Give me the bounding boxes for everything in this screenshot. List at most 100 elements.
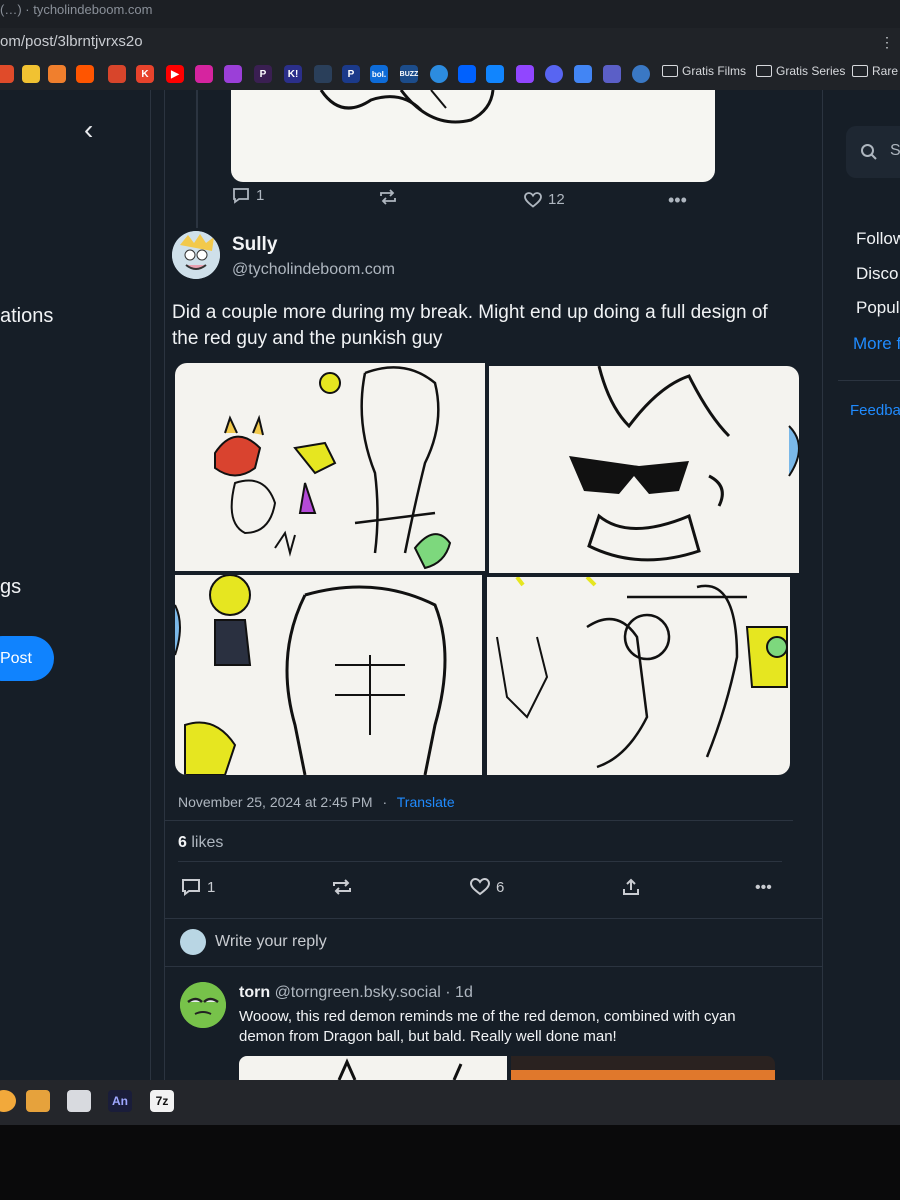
post-image-2[interactable] xyxy=(489,366,799,573)
avatar[interactable] xyxy=(172,231,220,279)
taskbar: An 7z xyxy=(0,1080,900,1125)
prev-repost-button[interactable] xyxy=(378,189,398,205)
feedback-link[interactable]: Feedba xyxy=(850,402,900,419)
bookmark-blue-circle-icon[interactable] xyxy=(430,65,448,83)
bookmark-tool-icon[interactable] xyxy=(108,65,126,83)
twitch-icon[interactable] xyxy=(516,65,534,83)
orange-strip xyxy=(511,1070,775,1080)
reply-author-name[interactable]: torn xyxy=(239,984,270,1001)
sketch-drawing xyxy=(319,90,495,124)
author-display-name[interactable]: Sully xyxy=(232,234,277,256)
taskbar-cube-icon[interactable] xyxy=(26,1090,50,1112)
post-meta: November 25, 2024 at 2:45 PM · Translate xyxy=(178,794,455,810)
likes-count: 6 xyxy=(178,834,187,851)
left-divider xyxy=(150,90,151,1080)
k!-icon[interactable]: K! xyxy=(284,65,302,83)
tab-title[interactable]: (…) · tycholindeboom.com xyxy=(0,2,152,17)
divider xyxy=(165,918,822,919)
divider xyxy=(165,966,822,967)
bookmark-folder-gratis-films[interactable]: Gratis Films xyxy=(662,64,746,78)
buzz-icon[interactable]: BUZZ xyxy=(400,65,418,83)
feed-following[interactable]: Follow xyxy=(856,229,900,249)
thread-divider xyxy=(164,90,165,1080)
feed-discover[interactable]: Disco xyxy=(856,264,899,284)
sketch-drawing xyxy=(337,1058,463,1080)
globe-icon[interactable] xyxy=(632,65,650,83)
search-placeholder: S xyxy=(890,142,900,159)
instagram-icon[interactable] xyxy=(195,65,213,83)
likes-summary[interactable]: 6 likes xyxy=(178,834,223,852)
reply-avatar[interactable] xyxy=(180,982,226,1028)
image-sketch-punk-guy xyxy=(569,366,799,562)
reply-button[interactable]: 1 xyxy=(181,878,215,896)
bookmark-red-icon[interactable] xyxy=(0,65,14,83)
reply-icon xyxy=(182,879,200,896)
nav-notifications[interactable]: ations xyxy=(0,305,53,328)
like-button[interactable]: 6 xyxy=(470,878,504,896)
folder-icon xyxy=(852,65,868,77)
reply-image-1[interactable] xyxy=(239,1056,507,1080)
soundcloud-icon[interactable] xyxy=(76,65,94,83)
post-button-label: Post xyxy=(0,649,32,667)
url-text[interactable]: om/post/3lbrntjvrxs2o xyxy=(0,33,143,50)
k-icon[interactable]: K xyxy=(136,65,154,83)
prev-reply-button[interactable]: 1 xyxy=(232,187,264,204)
prev-like-button[interactable]: 12 xyxy=(524,191,565,208)
back-icon[interactable]: ‹ xyxy=(84,114,93,146)
discord-icon[interactable] xyxy=(545,65,563,83)
steam-icon[interactable] xyxy=(314,65,332,83)
more-feeds-link[interactable]: More f xyxy=(853,334,900,354)
bookmark-orange-icon[interactable] xyxy=(48,65,66,83)
reply-composer[interactable]: Write your reply xyxy=(215,933,327,951)
feed-popular[interactable]: Popul xyxy=(856,298,899,318)
image-sketch-businessman xyxy=(496,577,788,769)
animate-icon[interactable]: An xyxy=(108,1090,132,1112)
bookmark-folder-gratis-series[interactable]: Gratis Series xyxy=(756,64,845,78)
bookmark-folder-rare[interactable]: Rare v xyxy=(852,64,900,78)
repost-icon xyxy=(380,189,396,205)
thread-line xyxy=(196,90,198,228)
taskbar-app-icon[interactable] xyxy=(0,1090,16,1112)
reply-icon xyxy=(233,188,249,204)
prev-more-icon[interactable]: ••• xyxy=(668,190,687,211)
heart-icon xyxy=(470,878,490,896)
post-timestamp[interactable]: November 25, 2024 at 2:45 PM xyxy=(178,794,373,810)
more-menu-icon[interactable]: ⋮ xyxy=(880,34,894,51)
youtube-icon[interactable]: ▶ xyxy=(166,65,184,83)
post-image-3[interactable] xyxy=(175,575,482,775)
post-image-4[interactable] xyxy=(487,577,790,775)
reply-author-handle[interactable]: @torngreen.bsky.social xyxy=(275,984,441,1001)
reply-count: 1 xyxy=(207,878,216,896)
folder-icon xyxy=(662,65,678,77)
p-icon[interactable]: P xyxy=(254,65,272,83)
translate-link[interactable]: Translate xyxy=(397,794,455,810)
repost-button[interactable] xyxy=(331,878,353,896)
bluesky-icon[interactable] xyxy=(486,65,504,83)
address-bar[interactable]: om/post/3lbrntjvrxs2o ⋮ xyxy=(0,28,900,58)
nav-settings[interactable]: gs xyxy=(0,576,21,599)
teams-icon[interactable] xyxy=(603,65,621,83)
likes-label: likes xyxy=(191,834,224,851)
author-handle[interactable]: @tycholindeboom.com xyxy=(232,261,395,279)
post-more-icon[interactable]: ••• xyxy=(755,879,772,897)
new-post-button[interactable]: Post xyxy=(0,636,54,681)
reply-text: Wooow, this red demon reminds me of the … xyxy=(239,1008,736,1045)
docs-icon[interactable] xyxy=(574,65,592,83)
post-image-1[interactable] xyxy=(175,363,485,571)
bookmark-yellow-icon[interactable] xyxy=(22,65,40,83)
7zip-icon[interactable]: 7z xyxy=(150,1090,174,1112)
bol-icon[interactable]: bol. xyxy=(370,65,388,83)
search-input[interactable]: S xyxy=(846,126,900,178)
reply-image-2[interactable] xyxy=(511,1056,775,1080)
folder-icon xyxy=(756,65,772,77)
like-count: 6 xyxy=(496,878,505,896)
paypal-icon[interactable]: P xyxy=(342,65,360,83)
meta-separator: · xyxy=(382,794,388,810)
trello-icon[interactable] xyxy=(224,65,242,83)
previous-post-image[interactable] xyxy=(231,90,715,182)
share-button[interactable] xyxy=(622,878,640,896)
dropbox-icon[interactable] xyxy=(458,65,476,83)
taskbar-window-icon[interactable] xyxy=(67,1090,91,1112)
reply-header: torn @torngreen.bsky.social · 1d xyxy=(239,984,473,1002)
right-separator xyxy=(838,380,900,381)
